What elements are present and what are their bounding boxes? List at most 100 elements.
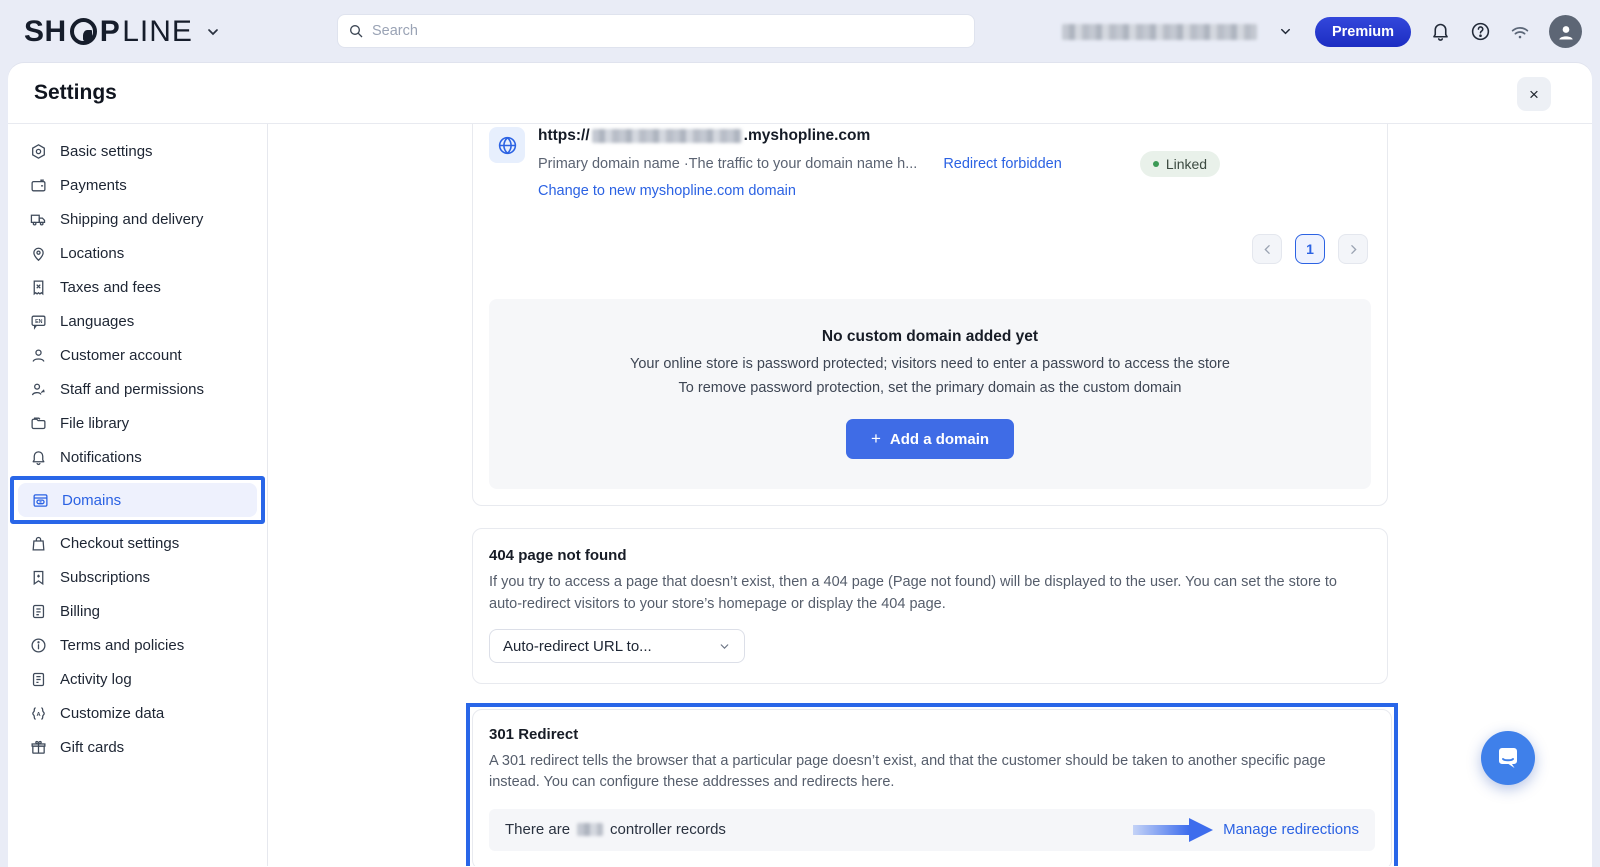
- domain-pagination: 1: [489, 234, 1371, 264]
- sidebar-item-domains[interactable]: Domains: [18, 483, 257, 517]
- premium-badge[interactable]: Premium: [1315, 17, 1411, 47]
- manage-redirections-link[interactable]: Manage redirections: [1223, 821, 1359, 838]
- close-settings-button[interactable]: ×: [1517, 77, 1551, 111]
- sidebar-item-label: Languages: [60, 313, 134, 330]
- bookmark-icon: [30, 569, 47, 586]
- sidebar-item-label: Gift cards: [60, 739, 124, 756]
- help-icon[interactable]: [1469, 21, 1491, 43]
- truck-icon: [30, 211, 47, 228]
- sidebar-item-label: Checkout settings: [60, 535, 179, 552]
- no-domain-line2: To remove password protection, set the p…: [509, 379, 1351, 399]
- chevron-down-icon[interactable]: [205, 24, 221, 40]
- sidebar-item-shipping-and-delivery[interactable]: Shipping and delivery: [16, 202, 259, 236]
- globe-icon: [489, 127, 525, 163]
- pagination-prev-button[interactable]: [1252, 234, 1282, 264]
- sidebar-item-label: Shipping and delivery: [60, 211, 203, 228]
- wallet-icon: [30, 177, 47, 194]
- shopline-bird-icon: [70, 18, 97, 45]
- sidebar-item-label: Payments: [60, 177, 127, 194]
- redirect-301-card: 301 Redirect A 301 redirect tells the br…: [472, 709, 1392, 866]
- wifi-icon[interactable]: [1509, 21, 1531, 43]
- redirect-301-description: A 301 redirect tells the browser that a …: [489, 751, 1375, 794]
- svg-text:A: A: [37, 711, 41, 717]
- language-bubble-icon: EN: [30, 313, 47, 330]
- sidebar-item-taxes-and-fees[interactable]: Taxes and fees: [16, 270, 259, 304]
- add-domain-button[interactable]: + Add a domain: [846, 419, 1014, 459]
- redirect-forbidden-link[interactable]: Redirect forbidden: [943, 156, 1062, 172]
- sidebar-item-activity-log[interactable]: Activity log: [16, 662, 259, 696]
- store-name-redacted: [1062, 24, 1257, 40]
- page-404-title: 404 page not found: [489, 547, 1371, 564]
- redirect-301-title: 301 Redirect: [489, 726, 1375, 743]
- settings-panel: Settings × Basic settings Payments Shippin…: [8, 63, 1592, 867]
- sidebar-item-locations[interactable]: Locations: [16, 236, 259, 270]
- sidebar-item-notifications[interactable]: Notifications: [16, 440, 259, 474]
- sidebar-item-billing[interactable]: Billing: [16, 594, 259, 628]
- settings-header: Settings ×: [8, 63, 1592, 124]
- chat-launcher-button[interactable]: [1481, 731, 1535, 785]
- braces-icon: A: [30, 705, 47, 722]
- linked-status-badge: Linked: [1140, 151, 1220, 177]
- sidebar-item-terms-and-policies[interactable]: Terms and policies: [16, 628, 259, 662]
- topbar: SH P LINE Premium: [0, 0, 1600, 63]
- auto-redirect-select[interactable]: Auto-redirect URL to...: [489, 629, 745, 663]
- notifications-bell-icon[interactable]: [1429, 21, 1451, 43]
- person-icon: [30, 347, 47, 364]
- pagination-next-button[interactable]: [1338, 234, 1368, 264]
- domain-row: https://.myshopline.com Primary domain n…: [489, 127, 1371, 199]
- map-pin-icon: [30, 245, 47, 262]
- sidebar-item-checkout-settings[interactable]: Checkout settings: [16, 526, 259, 560]
- shopline-logo[interactable]: SH P LINE: [24, 15, 221, 49]
- receipt-icon: [30, 279, 47, 296]
- chevron-down-icon: [718, 640, 731, 653]
- sidebar-item-label: Customize data: [60, 705, 164, 722]
- chat-bubble-icon: [1494, 744, 1522, 772]
- store-chevron-down-icon[interactable]: [1275, 21, 1297, 43]
- sidebar-item-subscriptions[interactable]: Subscriptions: [16, 560, 259, 594]
- no-domain-title: No custom domain added yet: [509, 328, 1351, 346]
- no-domain-line1: Your online store is password protected;…: [509, 355, 1351, 375]
- account-avatar[interactable]: [1549, 15, 1582, 48]
- sidebar-item-staff-and-permissions[interactable]: Staff and permissions: [16, 372, 259, 406]
- domains-content: https://.myshopline.com Primary domain n…: [268, 124, 1592, 866]
- log-icon: [30, 671, 47, 688]
- page-title: Settings: [34, 81, 117, 105]
- linked-dot-icon: [1153, 161, 1159, 167]
- change-domain-link[interactable]: Change to new myshopline.com domain: [538, 183, 796, 199]
- sidebar-item-label: Domains: [62, 492, 121, 509]
- lock-bag-icon: [30, 535, 47, 552]
- sidebar-item-customer-account[interactable]: Customer account: [16, 338, 259, 372]
- annotation-arrow-icon: [1133, 816, 1215, 844]
- records-count-text: There are controller records: [505, 821, 726, 838]
- invoice-icon: [30, 603, 47, 620]
- sidebar-item-basic-settings[interactable]: Basic settings: [16, 134, 259, 168]
- folder-icon: [30, 415, 47, 432]
- domain-window-icon: [32, 492, 49, 509]
- sidebar-item-customize-data[interactable]: A Customize data: [16, 696, 259, 730]
- search-input[interactable]: [372, 23, 964, 39]
- sidebar-item-label: Basic settings: [60, 143, 153, 160]
- redirect-records-bar: There are controller records: [489, 809, 1375, 851]
- sidebar-item-file-library[interactable]: File library: [16, 406, 259, 440]
- sidebar-item-label: Notifications: [60, 449, 142, 466]
- sidebar-item-label: Locations: [60, 245, 124, 262]
- global-search[interactable]: [337, 14, 975, 48]
- sidebar-item-gift-cards[interactable]: Gift cards: [16, 730, 259, 764]
- person-key-icon: [30, 381, 47, 398]
- domain-description: Primary domain name ·The traffic to your…: [538, 156, 917, 172]
- records-count-redacted: [577, 823, 603, 836]
- gift-icon: [30, 739, 47, 756]
- settings-sidebar: Basic settings Payments Shipping and deliv…: [8, 124, 268, 866]
- no-custom-domain-box: No custom domain added yet Your online s…: [489, 299, 1371, 489]
- page-404-description: If you try to access a page that doesn’t…: [489, 572, 1371, 615]
- pagination-page-1-button[interactable]: 1: [1295, 234, 1325, 264]
- page-404-card: 404 page not found If you try to access …: [472, 528, 1388, 684]
- sidebar-item-label: Terms and policies: [60, 637, 184, 654]
- topbar-right: Premium: [1062, 0, 1582, 63]
- search-icon: [348, 23, 364, 39]
- sidebar-item-label: Customer account: [60, 347, 182, 364]
- sidebar-item-languages[interactable]: EN Languages: [16, 304, 259, 338]
- sidebar-item-payments[interactable]: Payments: [16, 168, 259, 202]
- sidebar-item-label: Subscriptions: [60, 569, 150, 586]
- domain-name-redacted: [592, 129, 742, 143]
